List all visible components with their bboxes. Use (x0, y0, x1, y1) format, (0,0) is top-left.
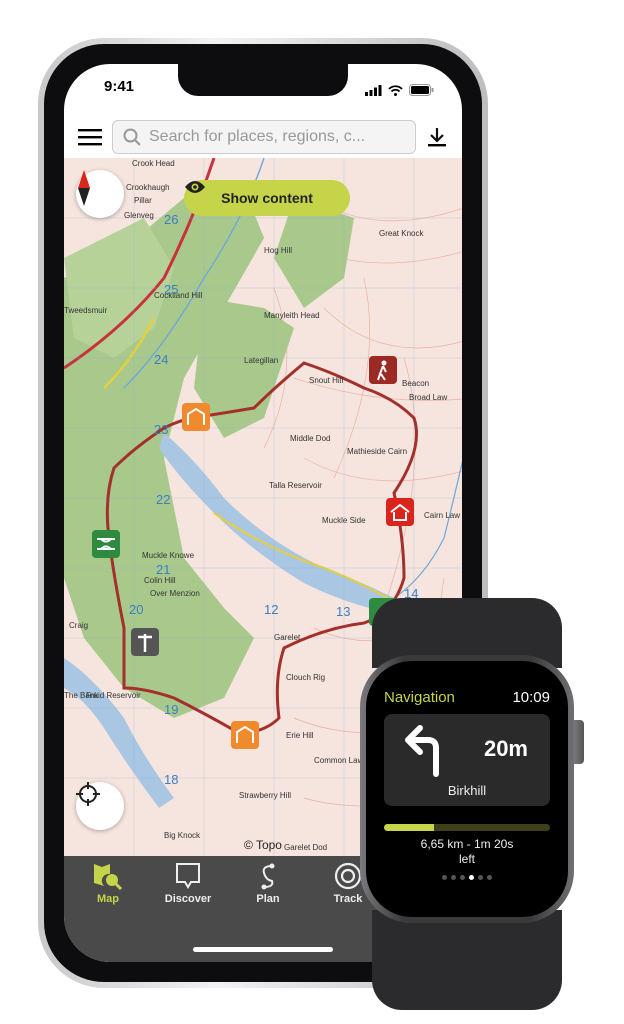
turn-card: 20m Birkhill (384, 714, 550, 806)
grid-number: 22 (156, 492, 170, 507)
forest-areas (64, 188, 354, 718)
watch-screen: Navigation 10:09 20m Birkhill 6,65 km - … (366, 661, 568, 917)
grid-number: 25 (164, 282, 178, 297)
status-icons (365, 78, 434, 102)
show-content-button[interactable]: Show content (184, 180, 350, 216)
map-label: Mathieside Cairn (347, 447, 407, 456)
grid-number: 23 (154, 422, 168, 437)
map-label: Over Menzion (150, 589, 200, 598)
compass-button[interactable] (76, 170, 124, 218)
map-label: Glenveg (124, 211, 154, 220)
page-dot[interactable] (469, 875, 474, 880)
marker-shelter (386, 498, 414, 526)
turn-left-arrow-icon (405, 725, 439, 777)
map-label: Manyleith Head (264, 311, 320, 320)
marker-hut-2 (231, 721, 259, 749)
remaining-text: 6,65 km - 1m 20s (420, 837, 514, 851)
page-dot[interactable] (478, 875, 483, 880)
map-label: Middle Dod (290, 434, 330, 443)
marker-hut-1 (182, 403, 210, 431)
map-label: Beacon (402, 379, 429, 388)
speech-bubble-icon (176, 863, 200, 889)
grid-number: 21 (156, 562, 170, 577)
map-label: Muckle Side (322, 516, 366, 525)
notch (178, 64, 348, 96)
map-label: Tweedsmuir (64, 306, 107, 315)
grid-number: 20 (129, 602, 143, 617)
top-bar: Search for places, regions, c... (64, 116, 462, 158)
compass-icon (78, 170, 90, 206)
watch-title: Navigation (384, 689, 455, 706)
map-label: Big Knock (164, 831, 201, 840)
search-input[interactable]: Search for places, regions, c... (112, 120, 416, 154)
hamburger-icon[interactable] (78, 128, 102, 146)
crosshair-icon (76, 782, 100, 806)
status-time: 9:41 (104, 78, 135, 95)
map-label: Broad Law (409, 393, 447, 402)
map-label: Common Law (314, 756, 364, 765)
nav-discover-label: Discover (164, 893, 212, 905)
map-label: Crookhaugh (126, 183, 170, 192)
map-label: Talla Reservoir (269, 481, 322, 490)
map-label: Colin Hill (144, 576, 176, 585)
map-label: Crook Head (132, 159, 175, 168)
home-indicator (193, 947, 333, 952)
search-icon (123, 128, 141, 146)
map-label: Clouch Rig (286, 673, 325, 682)
grid-number: 19 (164, 702, 178, 717)
target-icon (334, 862, 362, 890)
map-search-icon (94, 864, 123, 890)
nav-plan-label: Plan (256, 893, 280, 905)
map-label: The Bank (64, 691, 99, 700)
eye-icon (185, 181, 205, 193)
search-placeholder: Search for places, regions, c... (149, 128, 366, 145)
map-label: Strawberry Hill (239, 791, 291, 800)
download-icon[interactable] (426, 126, 448, 148)
watch-band-bottom (372, 910, 562, 1010)
map-label: Craig (69, 621, 88, 630)
battery-icon (409, 84, 434, 96)
locate-button[interactable] (76, 782, 124, 830)
marker-signpost (131, 628, 159, 656)
map-label: Muckle Knowe (142, 551, 195, 560)
watch-time: 10:09 (512, 689, 550, 706)
remaining-suffix: left (458, 852, 475, 866)
nav-map-label: Map (97, 893, 119, 905)
page-dot[interactable] (451, 875, 456, 880)
watch: Navigation 10:09 20m Birkhill 6,65 km - … (360, 655, 574, 923)
grid-number: 24 (154, 352, 168, 367)
map-label: Hog Hill (264, 246, 292, 255)
show-content-label: Show content (221, 190, 313, 206)
map-label: Snout Hill (309, 376, 343, 385)
page-dot[interactable] (442, 875, 447, 880)
wifi-icon (388, 84, 403, 96)
grid-number: 18 (164, 772, 178, 787)
route-icon (261, 863, 275, 890)
nav-map[interactable]: Map (68, 862, 148, 962)
marker-bridge-1 (92, 530, 120, 558)
map-label: Garelet (274, 633, 301, 642)
street-name: Birkhill (447, 783, 487, 798)
page-dots (384, 875, 550, 880)
marker-hiker (369, 356, 397, 384)
nav-track-label: Track (333, 893, 363, 905)
route-progress-fill (384, 824, 434, 831)
map-label: Cairn Law (424, 511, 460, 520)
map-label: Great Knock (379, 229, 424, 238)
map-label: Pillar (134, 196, 152, 205)
map-label: Erie Hill (286, 731, 314, 740)
map-label: Lategillan (244, 356, 278, 365)
turn-distance: 20m (483, 736, 528, 761)
page-dot[interactable] (460, 875, 465, 880)
signal-icon (365, 84, 382, 96)
route-progress-bar (384, 824, 550, 831)
map-label: Garelet Dod (284, 843, 327, 852)
page-dot[interactable] (487, 875, 492, 880)
grid-number: 13 (336, 604, 350, 619)
grid-number: 26 (164, 212, 178, 227)
grid-number: 12 (264, 602, 278, 617)
map-copyright: © Topo (244, 838, 282, 852)
